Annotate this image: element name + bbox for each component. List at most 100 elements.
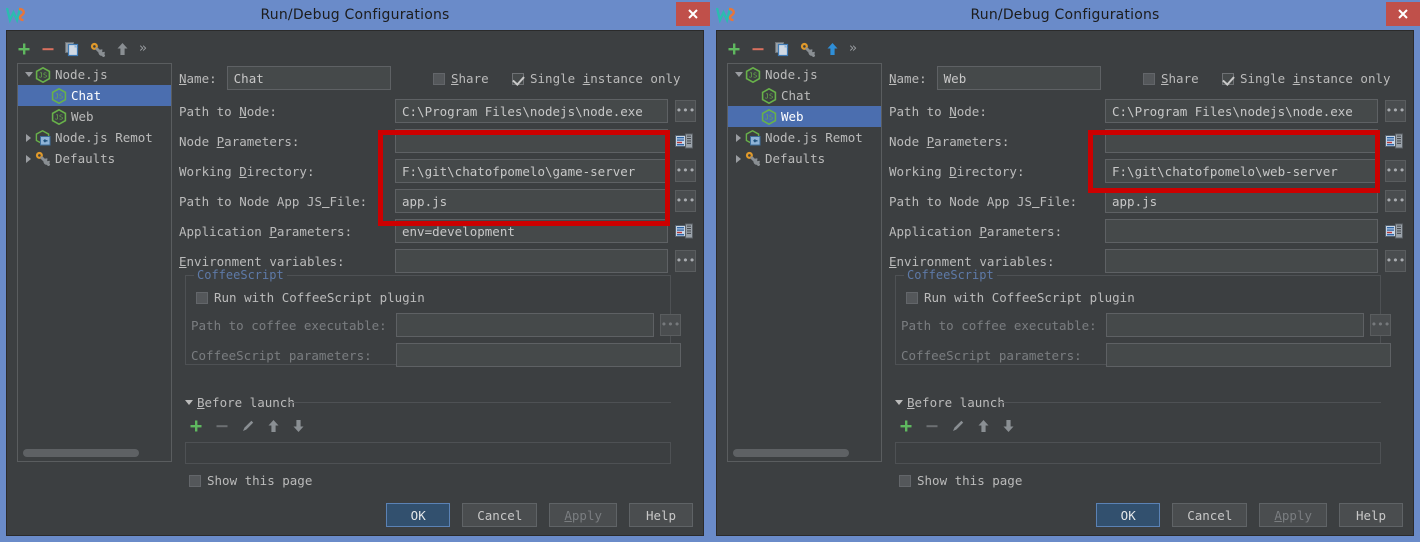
edit-templates-button[interactable]: [800, 42, 816, 57]
path-to-node-browse-button[interactable]: •••: [675, 100, 696, 122]
show-this-page-checkbox-row[interactable]: Show this page: [189, 473, 312, 488]
path-to-node-browse-button[interactable]: •••: [1385, 100, 1406, 122]
working-directory-input[interactable]: F:\git\chatofpomelo\web-server: [1105, 159, 1378, 183]
before-launch-add-button[interactable]: [899, 418, 913, 437]
coffeescript-parameters-input[interactable]: [396, 343, 681, 367]
single-instance-checkbox[interactable]: [1222, 72, 1234, 85]
before-launch-move-down-button[interactable]: [292, 418, 305, 437]
tree-item-web[interactable]: JS Web: [18, 106, 171, 127]
path-to-node-input[interactable]: C:\Program Files\nodejs\node.exe: [395, 99, 668, 123]
configurations-tree[interactable]: JS Node.js JS Chat JS Web Node.js Remot Default…: [17, 63, 172, 462]
tree-item-chat[interactable]: JS Chat: [728, 85, 881, 106]
working-directory-input[interactable]: F:\git\chatofpomelo\game-server: [395, 159, 668, 183]
tree-toggle[interactable]: [22, 72, 35, 77]
run-coffeescript-checkbox[interactable]: [906, 291, 918, 304]
help-button[interactable]: Help: [629, 503, 693, 527]
cancel-button[interactable]: Cancel: [462, 503, 538, 527]
add-configuration-button[interactable]: [17, 42, 31, 56]
more-options-chevron-icon[interactable]: »: [849, 42, 857, 57]
remove-configuration-button[interactable]: [751, 42, 765, 56]
tree-item-defaults[interactable]: Defaults: [728, 148, 881, 169]
share-checkbox[interactable]: [433, 72, 445, 85]
tree-item-chat[interactable]: JS Chat: [18, 85, 171, 106]
tree-horizontal-scrollbar[interactable]: [23, 449, 139, 457]
more-options-chevron-icon[interactable]: »: [139, 42, 147, 57]
environment-variables-browse-button[interactable]: •••: [1385, 250, 1406, 272]
coffee-executable-browse-button[interactable]: •••: [1370, 314, 1391, 336]
before-launch-move-down-button[interactable]: [1002, 418, 1015, 437]
copy-configuration-button[interactable]: [775, 41, 790, 57]
show-this-page-checkbox[interactable]: [899, 474, 911, 487]
move-up-button[interactable]: [116, 42, 129, 56]
run-coffeescript-checkbox-row[interactable]: Run with CoffeeScript plugin: [906, 290, 1135, 305]
single-instance-checkbox[interactable]: [512, 72, 524, 85]
tree-item-node-js[interactable]: JS Node.js: [18, 64, 171, 85]
share-checkbox-row[interactable]: Share: [1143, 71, 1199, 86]
working-directory-browse-button[interactable]: •••: [675, 160, 696, 182]
edit-templates-button[interactable]: [90, 42, 106, 57]
tree-toggle[interactable]: [732, 72, 745, 77]
environment-variables-input[interactable]: [1105, 249, 1378, 273]
node-parameters-expand-editor-icon[interactable]: [1384, 132, 1404, 150]
node-parameters-expand-editor-icon[interactable]: [674, 132, 694, 150]
path-to-node-app-js-file-browse-button[interactable]: •••: [1385, 190, 1406, 212]
before-launch-remove-button[interactable]: [925, 418, 939, 437]
run-coffeescript-checkbox-row[interactable]: Run with CoffeeScript plugin: [196, 290, 425, 305]
before-launch-header[interactable]: Before launch: [185, 395, 295, 410]
tree-horizontal-scrollbar[interactable]: [733, 449, 849, 457]
help-button[interactable]: Help: [1339, 503, 1403, 527]
move-up-button[interactable]: [826, 42, 839, 56]
application-parameters-expand-editor-icon[interactable]: [674, 222, 694, 240]
name-input[interactable]: Web: [936, 66, 1101, 90]
single-instance-checkbox-row[interactable]: Single instance only: [512, 71, 681, 86]
single-instance-checkbox-row[interactable]: Single instance only: [1222, 71, 1391, 86]
add-configuration-button[interactable]: [727, 42, 741, 56]
before-launch-move-up-button[interactable]: [267, 418, 280, 437]
application-parameters-input[interactable]: [1105, 219, 1378, 243]
tree-item-defaults[interactable]: Defaults: [18, 148, 171, 169]
coffee-executable-browse-button[interactable]: •••: [660, 314, 681, 336]
environment-variables-browse-button[interactable]: •••: [675, 250, 696, 272]
tree-toggle[interactable]: [732, 154, 745, 163]
path-to-node-app-js-file-input[interactable]: app.js: [1105, 189, 1378, 213]
tree-toggle[interactable]: [22, 154, 35, 163]
coffeescript-parameters-input[interactable]: [1106, 343, 1391, 367]
before-launch-edit-button[interactable]: [241, 418, 255, 437]
working-directory-browse-button[interactable]: •••: [1385, 160, 1406, 182]
tree-toggle[interactable]: [22, 133, 35, 142]
environment-variables-input[interactable]: [395, 249, 668, 273]
before-launch-task-list[interactable]: [185, 442, 671, 464]
node-parameters-input[interactable]: [1105, 129, 1378, 153]
path-to-node-app-js-file-browse-button[interactable]: •••: [675, 190, 696, 212]
path-to-node-input[interactable]: C:\Program Files\nodejs\node.exe: [1105, 99, 1378, 123]
remove-configuration-button[interactable]: [41, 42, 55, 56]
show-this-page-checkbox-row[interactable]: Show this page: [899, 473, 1022, 488]
close-window-button[interactable]: [1386, 2, 1420, 26]
before-launch-add-button[interactable]: [189, 418, 203, 437]
coffee-executable-input[interactable]: [1106, 313, 1364, 337]
share-checkbox[interactable]: [1143, 72, 1155, 85]
before-launch-remove-button[interactable]: [215, 418, 229, 437]
before-launch-move-up-button[interactable]: [977, 418, 990, 437]
tree-toggle[interactable]: [732, 133, 745, 142]
before-launch-edit-button[interactable]: [951, 418, 965, 437]
run-coffeescript-checkbox[interactable]: [196, 291, 208, 304]
cancel-button[interactable]: Cancel: [1172, 503, 1248, 527]
show-this-page-checkbox[interactable]: [189, 474, 201, 487]
ok-button[interactable]: OK: [386, 503, 451, 527]
ok-button[interactable]: OK: [1096, 503, 1161, 527]
share-checkbox-row[interactable]: Share: [433, 71, 489, 86]
tree-item-node-js[interactable]: JS Node.js: [728, 64, 881, 85]
application-parameters-expand-editor-icon[interactable]: [1384, 222, 1404, 240]
before-launch-task-list[interactable]: [895, 442, 1381, 464]
tree-item-web[interactable]: JS Web: [728, 106, 881, 127]
tree-item-node-js-remot[interactable]: Node.js Remot: [18, 127, 171, 148]
path-to-node-app-js-file-input[interactable]: app.js: [395, 189, 668, 213]
application-parameters-input[interactable]: env=development: [395, 219, 668, 243]
name-input[interactable]: Chat: [226, 66, 391, 90]
node-parameters-input[interactable]: [395, 129, 668, 153]
before-launch-header[interactable]: Before launch: [895, 395, 1005, 410]
copy-configuration-button[interactable]: [65, 41, 80, 57]
configurations-tree[interactable]: JS Node.js JS Chat JS Web Node.js Remot Default…: [727, 63, 882, 462]
close-window-button[interactable]: [676, 2, 710, 26]
